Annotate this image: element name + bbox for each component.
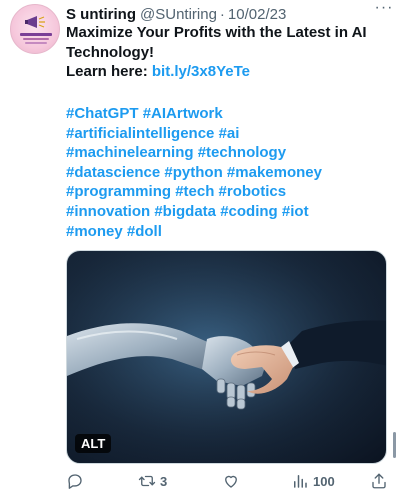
user-handle[interactable]: @SUntiring (140, 6, 217, 23)
hashtag-line: #innovation #bigdata #coding #iot (66, 202, 392, 222)
hashtag-link[interactable]: #bigdata (154, 203, 216, 220)
scrollbar[interactable] (393, 432, 396, 458)
separator-dot: · (219, 5, 225, 23)
tweet-date[interactable]: 10/02/23 (228, 6, 286, 23)
learn-here-line: Learn here: bit.ly/3x8YeTe (66, 62, 392, 82)
avatar[interactable] (10, 4, 60, 54)
hashtag-link[interactable]: #money (66, 223, 123, 240)
hashtag-link[interactable]: #innovation (66, 203, 150, 220)
views-count: 100 (313, 473, 335, 489)
retweet-button[interactable]: 3 (138, 470, 167, 492)
hashtag-link[interactable]: #programming (66, 183, 171, 200)
hashtag-line: #programming #tech #robotics (66, 182, 392, 202)
hashtag-link[interactable]: #artificialintelligence (66, 125, 214, 142)
hashtag-link[interactable]: #technology (198, 144, 286, 161)
megaphone-icon (25, 16, 45, 28)
retweet-count: 3 (160, 473, 168, 489)
learn-here-label: Learn here: (66, 63, 152, 81)
share-icon (372, 473, 386, 489)
tweet-text: Maximize Your Profits with the Latest in… (66, 23, 392, 82)
views-icon (294, 475, 307, 488)
avatar-banner-line (23, 38, 49, 40)
hashtag-link[interactable]: #machinelearning (66, 144, 194, 161)
reply-button[interactable] (66, 470, 88, 492)
hashtag-link[interactable]: #python (164, 164, 222, 181)
reply-icon (68, 474, 82, 489)
hashtag-link[interactable]: #ai (219, 125, 240, 142)
share-button[interactable] (370, 470, 388, 492)
hashtag-line: #money #doll (66, 222, 392, 242)
avatar-banner-line (25, 42, 47, 44)
views-button[interactable]: 100 (291, 470, 335, 492)
hashtag-link[interactable]: #tech (175, 183, 214, 200)
tweet-text-line: Maximize Your Profits with the Latest in… (66, 24, 367, 41)
retweet-icon (138, 475, 156, 487)
hashtag-line: #datascience #python #makemoney (66, 163, 392, 183)
hashtag-link[interactable]: #robotics (219, 183, 287, 200)
heart-icon (225, 475, 237, 488)
hashtag-link[interactable]: #makemoney (227, 164, 322, 181)
tweet-link[interactable]: bit.ly/3x8YeTe (152, 63, 250, 80)
tweet-media-image[interactable]: ALT (66, 250, 387, 464)
tweet-header: S untiring @SUntiring · 10/02/23 (66, 4, 391, 24)
hashtag-line: #machinelearning #technology (66, 143, 392, 163)
hashtag-link[interactable]: #coding (220, 203, 278, 220)
hashtag-link[interactable]: #AIArtwork (143, 105, 223, 122)
like-button[interactable] (222, 470, 244, 492)
hashtag-line: #artificialintelligence #ai (66, 124, 392, 144)
alt-text-badge[interactable]: ALT (75, 434, 112, 453)
hashtag-line: #ChatGPT #AIArtwork (66, 104, 392, 124)
avatar-banner-line (20, 33, 52, 36)
tweet[interactable]: S untiring @SUntiring · 10/02/23 ··· Max… (0, 0, 399, 500)
display-name[interactable]: S untiring (66, 6, 136, 23)
more-icon[interactable]: ··· (373, 0, 395, 20)
hashtag-link[interactable]: #ChatGPT (66, 105, 139, 122)
hashtag-link[interactable]: #datascience (66, 164, 160, 181)
handshake-illustration (67, 251, 386, 463)
hashtag-link[interactable]: #doll (127, 223, 162, 240)
hashtag-link[interactable]: #iot (282, 203, 309, 220)
tweet-text-line: Technology! (66, 43, 155, 61)
action-bar: 3 100 (66, 470, 392, 492)
hashtag-block: #ChatGPT #AIArtwork #artificialintelligen… (66, 104, 392, 241)
